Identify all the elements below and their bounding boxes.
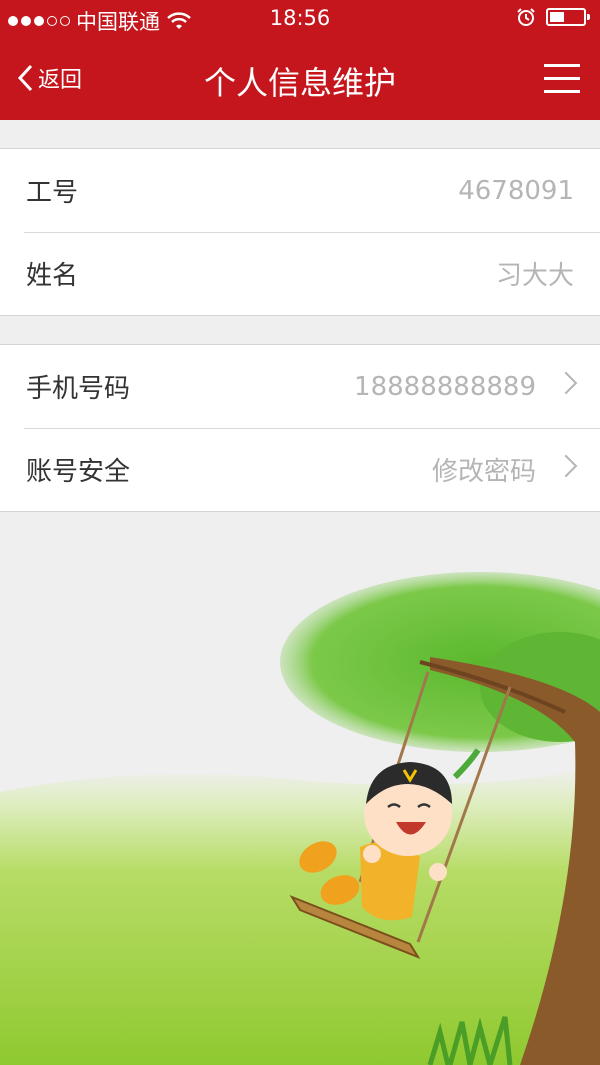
- page-title: 个人信息维护: [203, 64, 396, 102]
- status-right: [516, 7, 590, 27]
- name-label: 姓名: [26, 261, 79, 291]
- info-group: 工号 4678091 姓名 习大大: [0, 148, 600, 316]
- list-item-name: 姓名 习大大: [0, 232, 600, 315]
- account-security-label: 账号安全: [26, 457, 131, 487]
- list-item-phone[interactable]: 手机号码 18888888889: [0, 345, 600, 428]
- alarm-icon: [517, 8, 535, 26]
- menu-icon[interactable]: [544, 64, 580, 96]
- change-password-value: 修改密码: [431, 457, 536, 487]
- chevron-right-icon: [554, 371, 578, 395]
- chevron-right-icon: [554, 454, 578, 478]
- employee-id-value: 4678091: [458, 175, 574, 206]
- phone-label: 手机号码: [26, 374, 131, 404]
- action-group: 手机号码 18888888889 账号安全 修改密码: [0, 344, 600, 512]
- navigation-bar: 返回 个人信息维护: [0, 40, 600, 120]
- phone-value: 18888888889: [354, 371, 536, 402]
- name-value: 习大大: [495, 261, 574, 291]
- list-item-account-security[interactable]: 账号安全 修改密码: [0, 428, 600, 511]
- status-bar: 中国联通 18:56: [0, 0, 600, 40]
- battery-icon: [546, 8, 590, 26]
- swing-boy-illustration: [0, 572, 600, 1065]
- employee-id-label: 工号: [26, 178, 79, 208]
- list-item-employee-id: 工号 4678091: [0, 149, 600, 232]
- status-time: 18:56: [269, 6, 331, 30]
